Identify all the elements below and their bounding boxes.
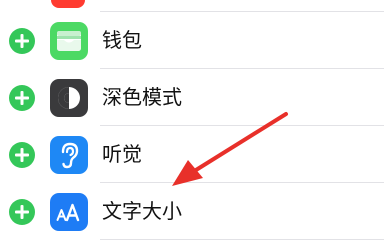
list-item-wallet[interactable]: 钱包 xyxy=(0,12,384,69)
row-separator xyxy=(100,239,384,240)
row-label: 深色模式 xyxy=(102,85,182,109)
dark-mode-icon xyxy=(50,79,88,117)
plus-icon xyxy=(15,148,29,162)
add-button[interactable] xyxy=(9,142,35,168)
plus-icon xyxy=(15,91,29,105)
wallet-icon xyxy=(50,22,88,60)
add-button[interactable] xyxy=(9,199,35,225)
hearing-ear-icon xyxy=(50,136,88,174)
control-center-customize-list: 钱包 深色模式 听觉 文字大小 xyxy=(0,0,384,242)
list-item-text-size[interactable]: 文字大小 xyxy=(0,183,384,240)
row-label: 听觉 xyxy=(102,142,142,166)
list-item-hearing[interactable]: 听觉 xyxy=(0,126,384,183)
app-icon xyxy=(51,0,85,8)
plus-icon xyxy=(15,34,29,48)
text-size-icon xyxy=(50,193,88,231)
row-label: 文字大小 xyxy=(102,199,182,223)
plus-icon xyxy=(15,205,29,219)
list-item-dark-mode[interactable]: 深色模式 xyxy=(0,69,384,126)
list-item-partial[interactable] xyxy=(0,0,384,12)
row-label: 钱包 xyxy=(102,28,142,52)
add-button[interactable] xyxy=(9,28,35,54)
add-button[interactable] xyxy=(9,85,35,111)
